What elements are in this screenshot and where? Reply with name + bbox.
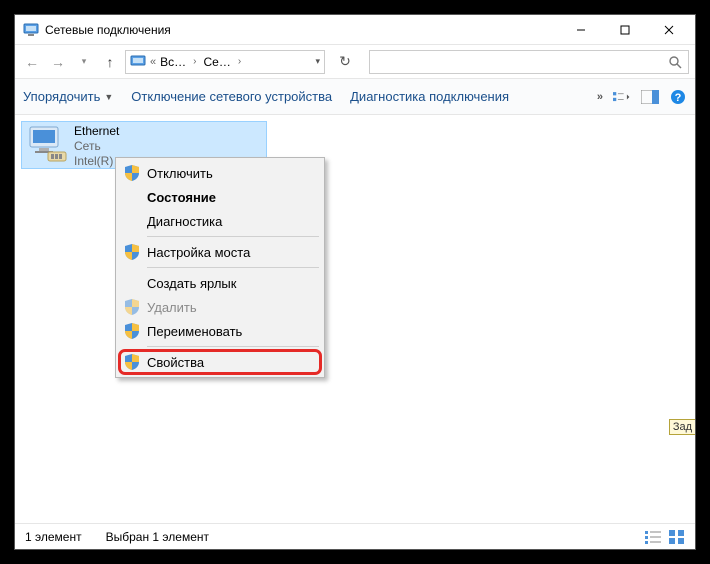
search-box[interactable] bbox=[369, 50, 689, 74]
ctx-disable[interactable]: Отключить bbox=[119, 161, 321, 185]
minimize-button[interactable] bbox=[559, 16, 603, 44]
shield-icon bbox=[123, 298, 141, 316]
maximize-button[interactable] bbox=[603, 16, 647, 44]
disable-device-button[interactable]: Отключение сетевого устройства bbox=[131, 89, 332, 104]
window: Сетевые подключения ← → ▾ ↑ « Вс… › Се… … bbox=[14, 14, 696, 550]
diagnose-connection-button[interactable]: Диагностика подключения bbox=[350, 89, 509, 104]
overflow-button[interactable]: » bbox=[597, 91, 603, 103]
app-icon bbox=[23, 22, 39, 38]
chevron-right-icon: › bbox=[238, 56, 241, 67]
address-bar[interactable]: « Вс… › Се… › ▾ bbox=[125, 50, 325, 74]
ctx-create-shortcut[interactable]: Создать ярлык bbox=[119, 271, 321, 295]
shield-icon bbox=[123, 322, 141, 340]
ctx-rename[interactable]: Переименовать bbox=[119, 319, 321, 343]
close-button[interactable] bbox=[647, 16, 691, 44]
nic-device: Intel(R) bbox=[74, 154, 119, 169]
separator bbox=[147, 236, 319, 237]
large-icons-view-button[interactable] bbox=[669, 530, 685, 544]
address-seg-1[interactable]: Вс… bbox=[160, 55, 186, 69]
content-area[interactable]: Ethernet Сеть Intel(R) Отключить Состоян… bbox=[15, 115, 695, 523]
ctx-diagnose[interactable]: Диагностика bbox=[119, 209, 321, 233]
titlebar: Сетевые подключения bbox=[15, 15, 695, 45]
address-seg-2[interactable]: Се… bbox=[203, 55, 230, 69]
preview-pane-button[interactable] bbox=[641, 89, 659, 105]
ctx-delete: Удалить bbox=[119, 295, 321, 319]
selection-count: Выбран 1 элемент bbox=[106, 530, 209, 544]
context-menu: Отключить Состояние Диагностика Настройк… bbox=[115, 157, 325, 378]
ctx-bridge[interactable]: Настройка моста bbox=[119, 240, 321, 264]
navigation-bar: ← → ▾ ↑ « Вс… › Се… › ▾ ↻ bbox=[15, 45, 695, 79]
network-adapter-icon bbox=[26, 124, 68, 166]
nic-labels: Ethernet Сеть Intel(R) bbox=[74, 124, 119, 169]
forward-button[interactable]: → bbox=[47, 51, 69, 73]
nic-network: Сеть bbox=[74, 139, 119, 154]
details-view-button[interactable] bbox=[645, 530, 661, 544]
separator bbox=[147, 267, 319, 268]
organize-menu[interactable]: Упорядочить▼ bbox=[23, 89, 113, 104]
status-bar: 1 элемент Выбран 1 элемент bbox=[15, 523, 695, 549]
svg-text:?: ? bbox=[675, 92, 682, 104]
search-icon bbox=[668, 55, 682, 69]
window-title: Сетевые подключения bbox=[45, 23, 559, 37]
location-icon bbox=[130, 54, 146, 70]
tooltip: Зад bbox=[669, 419, 695, 435]
shield-icon bbox=[123, 243, 141, 261]
address-dropdown-icon[interactable]: ▾ bbox=[315, 56, 320, 67]
refresh-button[interactable]: ↻ bbox=[333, 50, 357, 74]
back-button[interactable]: ← bbox=[21, 51, 43, 73]
help-button[interactable]: ? bbox=[669, 89, 687, 105]
command-bar: Упорядочить▼ Отключение сетевого устройс… bbox=[15, 79, 695, 115]
nic-name: Ethernet bbox=[74, 124, 119, 139]
chevron-right-icon: › bbox=[193, 56, 196, 67]
item-count: 1 элемент bbox=[25, 530, 82, 544]
ctx-properties[interactable]: Свойства bbox=[119, 350, 321, 374]
view-options-button[interactable] bbox=[613, 89, 631, 105]
ctx-status[interactable]: Состояние bbox=[119, 185, 321, 209]
shield-icon bbox=[123, 353, 141, 371]
address-prefix: « bbox=[150, 56, 156, 68]
separator bbox=[147, 346, 319, 347]
shield-icon bbox=[123, 164, 141, 182]
up-button[interactable]: ↑ bbox=[99, 51, 121, 73]
history-dropdown[interactable]: ▾ bbox=[73, 51, 95, 73]
